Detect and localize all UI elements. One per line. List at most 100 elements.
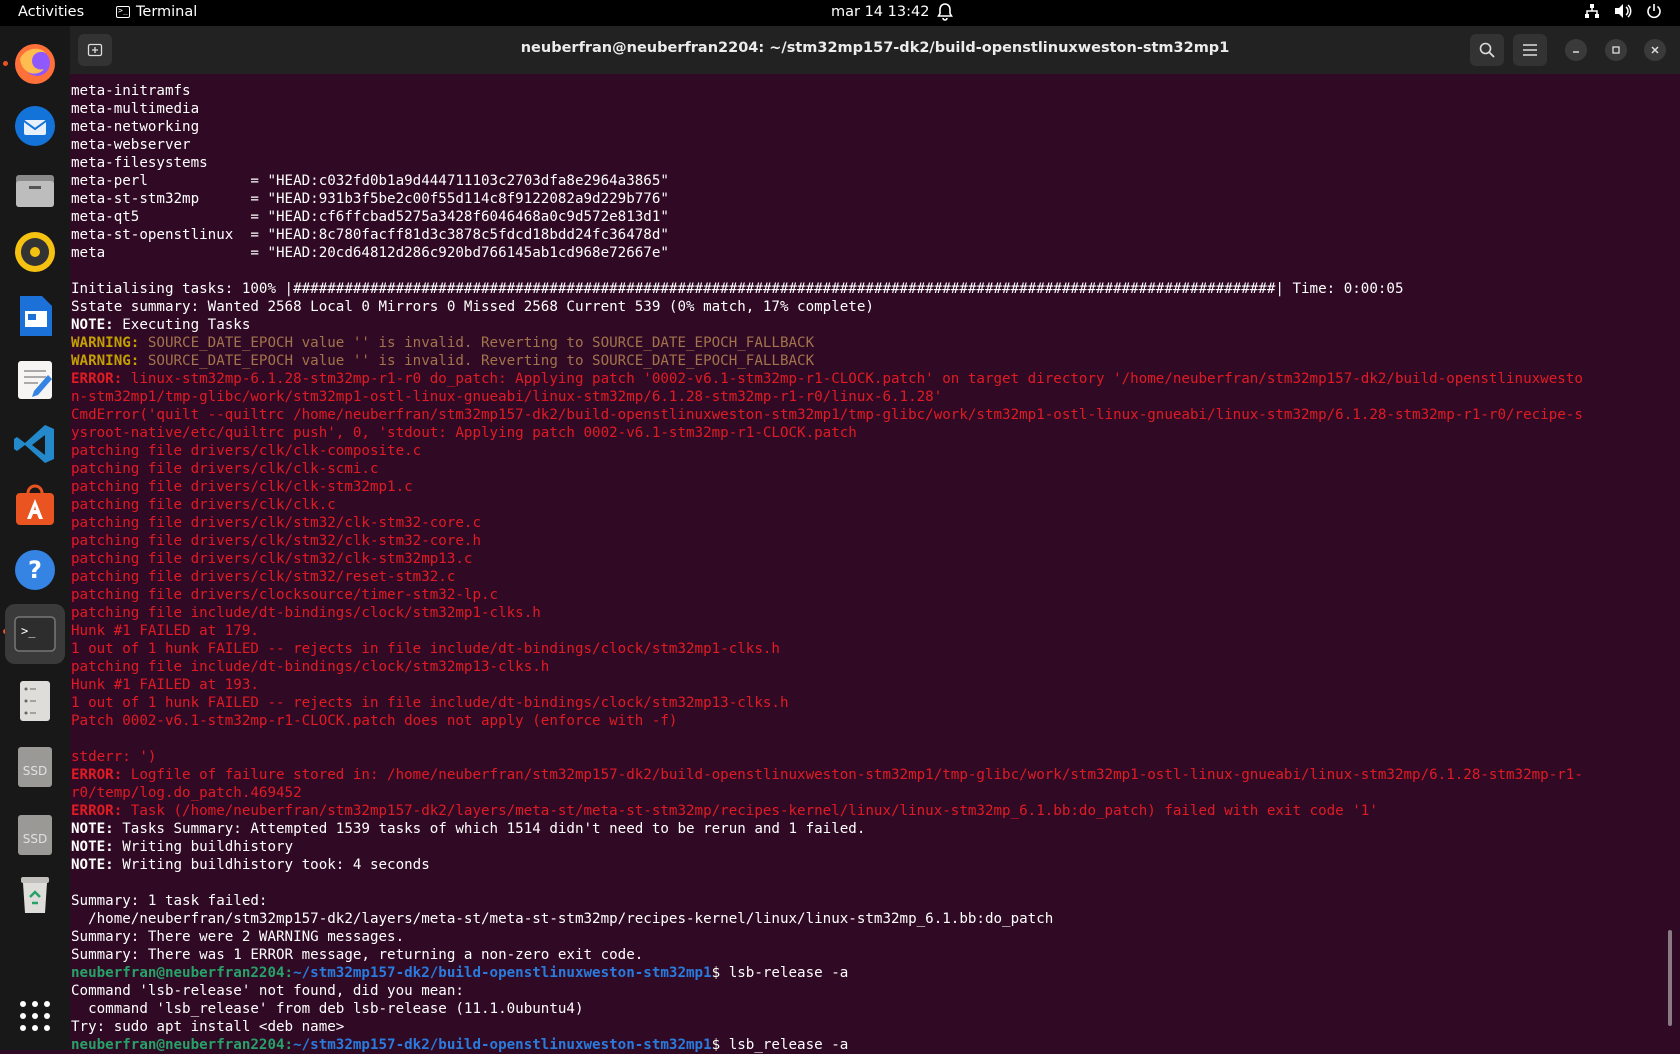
terminal-line: Summary: There was 1 ERROR message, retu…: [71, 946, 1661, 964]
app-name: Terminal: [136, 4, 198, 20]
title-bar[interactable]: neuberfran@neuberfran2204: ~/stm32mp157-…: [70, 26, 1680, 74]
line-text: meta-perl = "HEAD:c032fd0b1a9d444711103c…: [71, 173, 669, 189]
disks-icon[interactable]: [11, 676, 59, 724]
terminal-line: meta-filesystems: [71, 154, 1661, 172]
search-button[interactable]: [1470, 34, 1504, 66]
prompt-colon: :: [284, 1037, 294, 1053]
prompt-user: neuberfran@neuberfran2204: [71, 965, 285, 981]
terminal-line: patching file include/dt-bindings/clock/…: [71, 604, 1661, 622]
window-title: neuberfran@neuberfran2204: ~/stm32mp157-…: [520, 40, 1230, 56]
libreoffice-impress-icon[interactable]: [11, 292, 59, 340]
terminal-line: Patch 0002-v6.1-stm32mp-r1-CLOCK.patch d…: [71, 712, 1661, 730]
line-text: Writing buildhistory took: 4 seconds: [113, 857, 430, 873]
ssd-drive-icon[interactable]: SSD: [11, 742, 59, 790]
prompt-path: ~/stm32mp157-dk2/build-openstlinuxweston…: [293, 965, 712, 981]
line-text: Hunk #1 FAILED at 193.: [71, 677, 259, 693]
terminal-line: CmdError('quilt --quiltrc /home/neuberfr…: [71, 406, 1661, 424]
power-icon[interactable]: [1646, 3, 1662, 19]
clock[interactable]: mar 14 13:42: [831, 4, 929, 20]
log-level-prefix: ERROR:: [71, 803, 123, 819]
system-tray[interactable]: [1584, 3, 1662, 19]
line-text: meta-st-openstlinux = "HEAD:8c780facff81…: [71, 227, 669, 243]
vscode-icon[interactable]: [11, 420, 59, 468]
menu-button[interactable]: [1513, 34, 1547, 66]
terminal-line: patching file drivers/clk/clk-stm32mp1.c: [71, 478, 1661, 496]
line-text: Sstate summary: Wanted 2568 Local 0 Mirr…: [71, 299, 874, 315]
terminal-line: WARNING: SOURCE_DATE_EPOCH value '' is i…: [71, 352, 1661, 370]
notification-bell-icon[interactable]: [937, 3, 953, 21]
firefox-icon[interactable]: [11, 40, 59, 88]
line-text: meta-qt5 = "HEAD:cf6ffcbad5275a3428f6046…: [71, 209, 669, 225]
line-text: command 'lsb_release' from deb lsb-relea…: [71, 1001, 584, 1017]
terminal-line: NOTE: Writing buildhistory took: 4 secon…: [71, 856, 1661, 874]
line-text: 1 out of 1 hunk FAILED -- rejects in fil…: [71, 695, 789, 711]
terminal-line: meta-st-stm32mp = "HEAD:931b3f5be2c00f55…: [71, 190, 1661, 208]
terminal-line: Try: sudo apt install <deb name>: [71, 1018, 1661, 1036]
log-level-prefix: NOTE:: [71, 839, 114, 855]
terminal-line: WARNING: SOURCE_DATE_EPOCH value '' is i…: [71, 334, 1661, 352]
trash-icon[interactable]: [11, 870, 59, 918]
scrollbar[interactable]: [1668, 930, 1672, 1026]
terminal-line: patching file drivers/clk/clk.c: [71, 496, 1661, 514]
line-text: Summary: There was 1 ERROR message, retu…: [71, 947, 644, 963]
terminal-line: Summary: There were 2 WARNING messages.: [71, 928, 1661, 946]
line-text: patching file drivers/clk/clk-scmi.c: [71, 461, 379, 477]
terminal-line: Hunk #1 FAILED at 193.: [71, 676, 1661, 694]
line-text: Initialising tasks: 100% |##############…: [71, 281, 1404, 297]
terminal-line: Initialising tasks: 100% |##############…: [71, 280, 1661, 298]
terminal-line: command 'lsb_release' from deb lsb-relea…: [71, 1000, 1661, 1018]
thunderbird-icon[interactable]: [11, 102, 59, 150]
prompt-colon: :: [284, 965, 294, 981]
line-text: patching file drivers/clk/stm32/reset-st…: [71, 569, 456, 585]
app-center-icon[interactable]: [11, 482, 59, 530]
line-text: patching file drivers/clk/stm32/clk-stm3…: [71, 533, 481, 549]
terminal-line: ERROR: Task (/home/neuberfran/stm32mp157…: [71, 802, 1661, 820]
line-text: patching file drivers/clk/clk-composite.…: [71, 443, 422, 459]
minimize-button[interactable]: [1565, 39, 1587, 61]
line-text: SOURCE_DATE_EPOCH value '' is invalid. R…: [139, 353, 815, 369]
terminal-line: patching file drivers/clk/stm32/reset-st…: [71, 568, 1661, 586]
line-text: Executing Tasks: [113, 317, 251, 333]
line-text: patching file drivers/clk/stm32/clk-stm3…: [71, 551, 473, 567]
terminal-output[interactable]: meta-initramfs meta-multimedia meta-networ…: [71, 82, 1661, 1054]
help-icon[interactable]: ?: [11, 546, 59, 594]
rhythmbox-icon[interactable]: [11, 228, 59, 276]
terminal-line: neuberfran@neuberfran2204:~/stm32mp157-d…: [71, 964, 1661, 982]
terminal-line: patching file drivers/clk/clk-scmi.c: [71, 460, 1661, 478]
line-text: Task (/home/neuberfran/stm32mp157-dk2/la…: [122, 803, 1378, 819]
network-icon[interactable]: [1584, 3, 1600, 19]
line-text: r0/temp/log.do_patch.469452: [71, 785, 302, 801]
log-level-prefix: NOTE:: [71, 857, 114, 873]
svg-text:SSD: SSD: [23, 764, 47, 778]
line-text: patching file include/dt-bindings/clock/…: [71, 605, 541, 621]
line-text: Hunk #1 FAILED at 179.: [71, 623, 259, 639]
line-text: CmdError('quilt --quiltrc /home/neuberfr…: [71, 407, 1583, 423]
files-icon[interactable]: [11, 166, 59, 214]
close-button[interactable]: [1644, 39, 1666, 61]
terminal-line: Sstate summary: Wanted 2568 Local 0 Mirr…: [71, 298, 1661, 316]
volume-icon[interactable]: [1614, 3, 1632, 19]
terminal-line: NOTE: Tasks Summary: Attempted 1539 task…: [71, 820, 1661, 838]
terminal-line: /home/neuberfran/stm32mp157-dk2/layers/m…: [71, 910, 1661, 928]
ssd-drive-icon[interactable]: SSD: [11, 810, 59, 858]
line-text: meta-st-stm32mp = "HEAD:931b3f5be2c00f55…: [71, 191, 669, 207]
line-text: Patch 0002-v6.1-stm32mp-r1-CLOCK.patch d…: [71, 713, 678, 729]
activities-button[interactable]: Activities: [18, 4, 84, 20]
line-text: patching file include/dt-bindings/clock/…: [71, 659, 550, 675]
terminal-line: NOTE: Executing Tasks: [71, 316, 1661, 334]
terminal-line: NOTE: Writing buildhistory: [71, 838, 1661, 856]
line-text: Summary: There were 2 WARNING messages.: [71, 929, 405, 945]
show-apps-icon[interactable]: [11, 992, 59, 1040]
terminal-line: n-stm32mp1/tmp-glibc/work/stm32mp1-ostl-…: [71, 388, 1661, 406]
terminal-line: patching file drivers/clocksource/timer-…: [71, 586, 1661, 604]
text-editor-icon[interactable]: [11, 356, 59, 404]
terminal-line: ERROR: linux-stm32mp-6.1.28-stm32mp-r1-r…: [71, 370, 1661, 388]
line-text: Tasks Summary: Attempted 1539 tasks of w…: [113, 821, 866, 837]
terminal-icon[interactable]: >_: [5, 604, 65, 664]
line-text: meta-multimedia: [71, 101, 200, 117]
maximize-button[interactable]: [1605, 39, 1627, 61]
line-text: stderr: '): [71, 749, 157, 765]
line-text: Writing buildhistory: [113, 839, 294, 855]
app-menu[interactable]: >_ Terminal: [116, 4, 197, 20]
